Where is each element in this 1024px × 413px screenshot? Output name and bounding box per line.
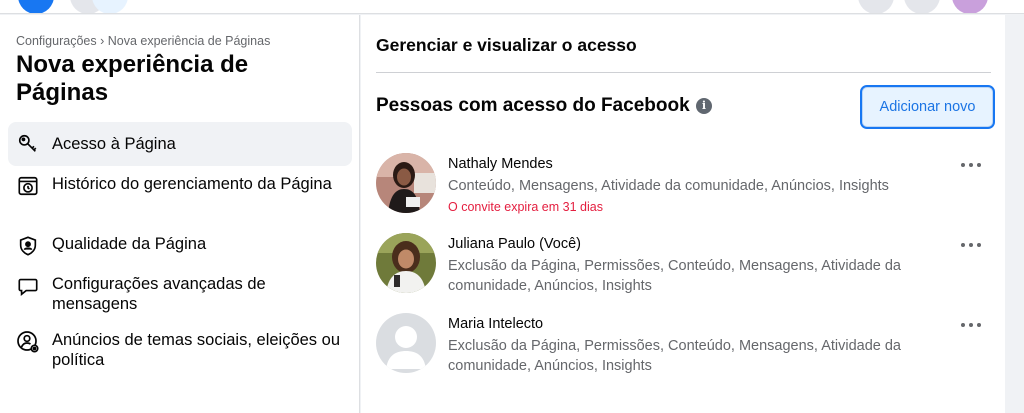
- avatar[interactable]: [376, 313, 436, 373]
- message-bubble-icon: [16, 274, 40, 298]
- person-permissions: Exclusão da Página, Permissões, Conteúdo…: [448, 338, 901, 374]
- person-name: Maria Intelecto: [448, 316, 544, 332]
- sidebar-item-management-history[interactable]: Histórico do gerenciamento da Página: [8, 174, 352, 198]
- list-item: Maria Intelecto Exclusão da Página, Perm…: [376, 313, 996, 375]
- more-options-icon[interactable]: [959, 317, 983, 333]
- invite-expiry-text: O convite expira em 31 dias: [448, 200, 603, 214]
- section-title: Gerenciar e visualizar o acesso: [376, 35, 637, 55]
- account-avatar[interactable]: [952, 0, 988, 13]
- avatar[interactable]: [376, 233, 436, 293]
- facebook-logo-icon[interactable]: [18, 0, 54, 13]
- info-icon[interactable]: i: [696, 98, 712, 114]
- page-title: Nova experiência de Páginas: [16, 51, 249, 106]
- top-navigation-bar: [0, 0, 1024, 14]
- person-name: Juliana Paulo (Você): [448, 236, 581, 252]
- history-icon: [16, 174, 40, 198]
- sidebar-item-page-quality[interactable]: Qualidade da Página: [8, 234, 352, 258]
- more-options-icon[interactable]: [959, 157, 983, 173]
- shield-icon: [16, 234, 40, 258]
- list-item: Nathaly Mendes Conteúdo, Mensagens, Ativ…: [376, 153, 996, 215]
- page-background: [1005, 15, 1024, 413]
- people-with-access-heading: Pessoas com acesso do Facebook: [376, 95, 690, 116]
- sidebar-item-page-access[interactable]: Acesso à Página: [8, 122, 352, 166]
- sidebar-item-label: Configurações avançadas de mensagens: [52, 275, 266, 313]
- settings-sidebar: Configurações › Nova experiência de Pági…: [0, 15, 360, 413]
- sidebar-item-social-issue-ads[interactable]: Anúncios de temas sociais, eleições ou p…: [8, 330, 352, 370]
- main-content: Gerenciar e visualizar o acesso Pessoas …: [361, 15, 1005, 413]
- sidebar-item-advanced-messaging[interactable]: Configurações avançadas de mensagens: [8, 274, 352, 314]
- person-gear-icon: [16, 330, 40, 354]
- person-permissions: Conteúdo, Mensagens, Atividade da comuni…: [448, 178, 889, 194]
- breadcrumb[interactable]: Configurações › Nova experiência de Pági…: [16, 34, 270, 48]
- sidebar-item-label: Acesso à Página: [52, 135, 176, 153]
- menu-button[interactable]: [858, 0, 894, 13]
- sidebar-item-label: Anúncios de temas sociais, eleições ou p…: [52, 331, 340, 369]
- divider: [376, 72, 991, 73]
- more-options-icon[interactable]: [959, 237, 983, 253]
- top-nav-button[interactable]: [92, 0, 128, 13]
- list-item: Juliana Paulo (Você) Exclusão da Página,…: [376, 233, 996, 295]
- sidebar-item-label: Qualidade da Página: [52, 235, 207, 253]
- sidebar-item-label: Histórico do gerenciamento da Página: [52, 175, 332, 193]
- add-new-button[interactable]: Adicionar novo: [860, 85, 995, 129]
- person-permissions: Exclusão da Página, Permissões, Conteúdo…: [448, 258, 901, 294]
- avatar[interactable]: [376, 153, 436, 213]
- notifications-button[interactable]: [904, 0, 940, 13]
- key-icon: [16, 132, 40, 156]
- person-name: Nathaly Mendes: [448, 156, 553, 172]
